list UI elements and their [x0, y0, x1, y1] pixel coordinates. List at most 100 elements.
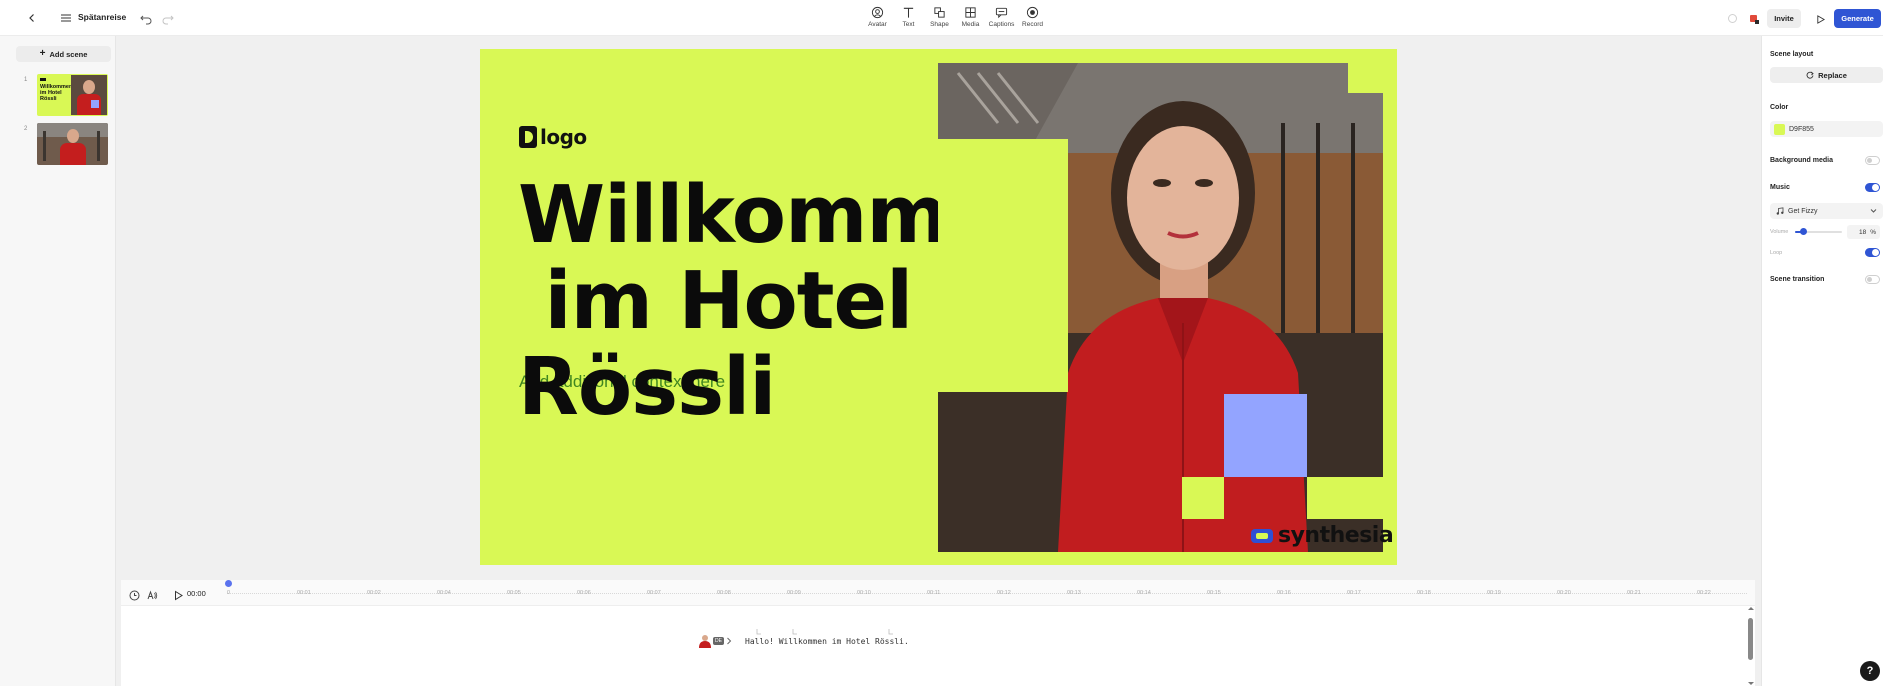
tool-record-label: Record [1022, 21, 1043, 28]
replace-layout-button[interactable]: Replace [1770, 67, 1883, 83]
invite-button[interactable]: Invite [1767, 9, 1801, 28]
avatar-icon [871, 6, 884, 19]
scene-thumbnail-2[interactable]: 2 [24, 123, 108, 165]
loop-label: Loop [1770, 250, 1783, 256]
loop-toggle[interactable] [1865, 248, 1880, 257]
timeline-play-icon[interactable] [173, 588, 184, 601]
timeline-tick-label: 0 [227, 590, 231, 596]
playhead-time: 00:00 [187, 589, 206, 598]
undo-icon[interactable] [138, 10, 154, 26]
record-icon [1026, 6, 1039, 19]
top-bar: Spätanreise Avatar Text Shape Media Capt… [0, 0, 1883, 36]
music-label: Music [1770, 184, 1790, 191]
timeline-tick-label: 00:20 [1557, 590, 1571, 596]
tool-media-label: Media [961, 21, 980, 28]
scene-number: 1 [24, 77, 28, 83]
music-toggle[interactable] [1865, 183, 1880, 192]
timeline-tick-label: 00:01 [297, 590, 311, 596]
replace-label: Replace [1818, 70, 1847, 80]
timeline-tick-label: 00:18 [1417, 590, 1431, 596]
color-value: D9F855 [1789, 125, 1814, 133]
timeline-tick-label: 00:10 [857, 590, 871, 596]
voice-icon[interactable] [147, 588, 158, 600]
tool-media[interactable]: Media [955, 6, 986, 28]
logo-text: logo [540, 125, 587, 149]
synthesia-brand-text: synthesia [1278, 523, 1394, 548]
timeline-tick-label: 00:08 [717, 590, 731, 596]
scene-1-preview: Willkommen im Hotel Rössli [37, 74, 108, 116]
clock-icon[interactable] [129, 588, 140, 601]
background-media-toggle[interactable] [1865, 156, 1880, 165]
scene-transition-toggle[interactable] [1865, 275, 1880, 284]
text-icon [903, 7, 914, 18]
back-icon[interactable] [22, 8, 42, 28]
shape-icon [934, 7, 945, 18]
plus-icon: + [39, 48, 46, 59]
replace-icon [1806, 71, 1814, 79]
captions-icon [995, 7, 1008, 19]
color-picker[interactable]: D9F855 [1770, 121, 1883, 137]
timeline-tick-label: 00:22 [1697, 590, 1711, 596]
timeline-tick-label: 00:21 [1627, 590, 1641, 596]
timeline-ruler[interactable] [227, 593, 1747, 597]
preview-play-button[interactable] [1811, 10, 1829, 28]
timeline-tick-label: 00:11 [927, 590, 941, 596]
volume-unit: % [1870, 228, 1876, 236]
scene-transition-label: Scene transition [1770, 276, 1825, 283]
properties-panel: Scene layout Replace Color D9F855 Backgr… [1761, 36, 1883, 686]
volume-input[interactable]: 18 % [1847, 225, 1880, 239]
redo-icon[interactable] [160, 10, 176, 26]
synthesia-logo-icon [1251, 528, 1273, 543]
timeline-tick-label: 00:12 [997, 590, 1011, 596]
playhead-handle[interactable] [225, 580, 232, 587]
timeline-tick-label: 00:06 [577, 590, 591, 596]
add-scene-button[interactable]: + Add scene [16, 46, 111, 62]
scene-2-preview [37, 123, 108, 165]
chevron-right-icon [727, 637, 732, 645]
script-avatar-voice-selector[interactable]: DE [699, 634, 737, 648]
decorative-panel [938, 139, 1068, 392]
tool-text[interactable]: Text [893, 6, 924, 28]
menu-icon[interactable] [58, 9, 74, 27]
decorative-square [1307, 477, 1383, 519]
timeline-tick-label: 00:17 [1347, 590, 1361, 596]
help-button[interactable]: ? [1860, 661, 1880, 681]
tool-shape[interactable]: Shape [924, 6, 955, 28]
background-media-label: Background media [1770, 157, 1834, 164]
scenes-panel: + Add scene 1 Willkommen im Hotel Rössli… [0, 36, 116, 686]
decorative-square [1182, 477, 1224, 519]
tool-text-label: Text [902, 21, 915, 28]
script-text[interactable]: Hallo! Willkommen im Hotel Rössli. [745, 637, 909, 646]
timeline-tick-label: 00:14 [1137, 590, 1151, 596]
music-note-icon [1776, 207, 1784, 215]
chevron-down-icon [1870, 209, 1877, 213]
color-swatch [1774, 123, 1785, 135]
timeline-scroll-thumb[interactable] [1748, 618, 1753, 660]
media-icon [965, 7, 976, 18]
timeline-tick-label: 00:16 [1277, 590, 1291, 596]
timeline-toolbar: 00:00 0 00:01 00:02 00:04 00:05 00:06 00:07 00:… [121, 580, 1755, 606]
timeline-tick-label: 00:09 [787, 590, 801, 596]
scene-thumbnail-1[interactable]: 1 Willkommen im Hotel Rössli [24, 74, 108, 116]
tool-captions-label: Captions [988, 21, 1015, 28]
project-title[interactable]: Spätanreise [78, 12, 126, 22]
collaborator-avatar[interactable] [1748, 12, 1760, 24]
synthesia-brand: synthesia [1250, 523, 1394, 548]
tool-avatar[interactable]: Avatar [862, 6, 893, 28]
scene-layout-label: Scene layout [1770, 51, 1814, 58]
avatar-thumb-icon [699, 635, 711, 648]
logo[interactable]: logo [519, 125, 587, 149]
saving-indicator-icon [1728, 14, 1737, 23]
tool-captions[interactable]: Captions [986, 6, 1017, 28]
play-icon [1816, 14, 1825, 24]
tool-record[interactable]: Record [1017, 6, 1048, 28]
volume-slider[interactable] [1795, 228, 1842, 235]
timeline-tick-label: 00:02 [367, 590, 381, 596]
generate-button[interactable]: Generate [1834, 9, 1881, 28]
scene-canvas[interactable]: logo Add additional context here Willkom… [480, 49, 1397, 565]
script-row: DE Hallo! Willkommen im Hotel Rössli. [699, 634, 909, 648]
add-scene-label: Add scene [49, 49, 88, 59]
scene-number: 2 [24, 126, 28, 132]
music-track-name: Get Fizzy [1788, 207, 1818, 215]
music-track-select[interactable]: Get Fizzy [1770, 203, 1883, 219]
